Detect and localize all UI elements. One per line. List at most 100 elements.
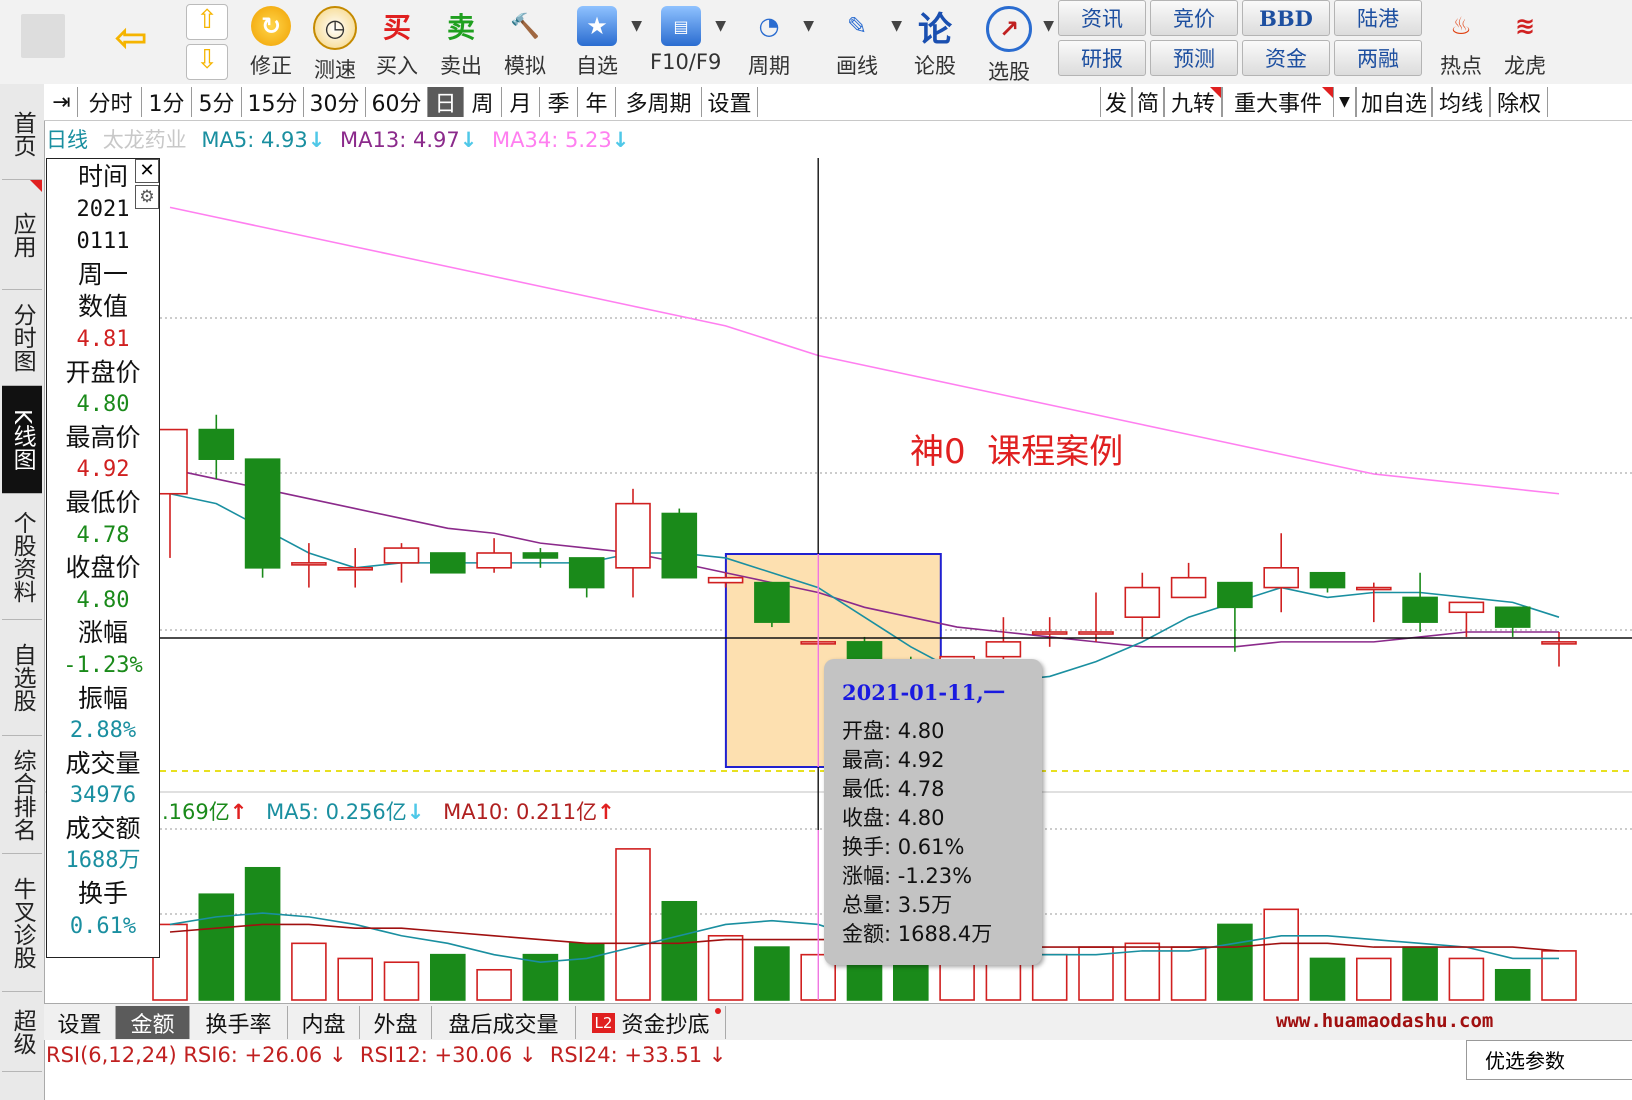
app-logo-button[interactable] [12,4,74,80]
volume-bar [522,953,559,1001]
dropdown-arrow-icon[interactable]: ▼ [1043,18,1054,34]
data-panel-value: 0111 [76,229,130,255]
candle-down [244,458,281,569]
toolbar-button-sell[interactable]: 卖卖出 [430,4,492,80]
period-tab-9[interactable]: 季 [540,87,578,117]
chart-option-1[interactable]: 简 [1132,87,1164,117]
period-tab-1[interactable]: 1分 [142,87,192,117]
period-tab-12[interactable]: 设置 [702,87,758,117]
data-panel-value: 0.61% [69,913,137,939]
candle-up [1124,586,1161,618]
chart-option-0[interactable]: 发 [1100,87,1132,117]
volume-ma5-arrow-icon: ↓ [406,800,425,824]
dropdown-arrow-icon[interactable]: ▼ [631,18,642,34]
toolbar-button-f10[interactable]: ▤ ▼ F10/F9 [650,4,726,80]
toolbar-button-refresh[interactable]: ↻ 修正 [240,4,302,80]
chart-option-3[interactable]: 重大事件 [1222,87,1334,117]
indicator-tab-6[interactable]: L2 资金抄底 [576,1006,726,1039]
nav-item-8[interactable]: 超级 [2,992,42,1072]
collapse-panel-icon[interactable]: ⇥ [46,87,78,117]
indicator-tab-2[interactable]: 换手率 [190,1006,288,1039]
volume-bar [291,942,327,1001]
chart-option-4[interactable]: 加自选 [1356,87,1432,117]
toolbar-button-clock[interactable]: ◷ 测速 [304,4,366,82]
candle-up [1078,631,1114,635]
period-tab-5[interactable]: 60分 [366,87,428,117]
period-tab-4[interactable]: 30分 [304,87,366,117]
indicator-tab-0[interactable]: 设置 [44,1006,116,1039]
candlestick-chart[interactable] [0,0,1632,1100]
volume-bar [1078,946,1114,1001]
data-panel-label: 涨幅 [77,618,128,648]
toolbar-button-buy[interactable]: 买买入 [366,4,428,80]
toolbar-button-label: 热点 [1440,54,1482,78]
events-dropdown-icon[interactable]: ▼ [1334,87,1356,117]
toolbar-button-star-folder[interactable]: ★ ▼ 自选 [566,4,642,80]
data-panel-label: 周一 [77,259,128,289]
nav-item-5[interactable]: 自选股 [2,620,42,736]
candle-down [754,581,790,623]
indicator-tab-1[interactable]: 金额 [116,1006,190,1039]
dropdown-arrow-icon[interactable]: ▼ [891,18,902,34]
chart-option-5[interactable]: 均线 [1432,87,1490,117]
nav-item-3[interactable]: K线图 [2,386,42,494]
period-tab-6[interactable]: 日 [428,87,464,117]
main-toolbar: ⇦ ⇧ ⇩ ↻ 修正 ◷ 测速买买入卖卖出 🔨 模拟 ★ ▼ 自选 ▤ ▼ F10/F9 ◔ ▼ 周期 ✎ ▼ 画… [0,0,1632,85]
dropdown-arrow-icon[interactable]: ▼ [803,18,814,34]
info-button-margin[interactable]: 两融 [1334,40,1422,76]
toolbar-button-gavel[interactable]: 🔨 模拟 [494,4,556,80]
nav-item-6[interactable]: 综合排名 [2,736,42,854]
page-up-button[interactable]: ⇧ ⇩ [178,4,236,80]
volume-bar [754,946,790,1001]
tooltip-line: 最高: 4.92 [842,748,945,772]
f10-icon: ▤ [661,6,701,46]
info-button-capital[interactable]: 资金 [1242,40,1330,76]
period-tab-7[interactable]: 周 [464,87,502,117]
candle-up [1448,601,1485,614]
ma5-line [169,492,1560,683]
indicator-tab-4[interactable]: 外盘 [360,1006,432,1039]
volume-bar [1494,968,1531,1001]
period-tab-8[interactable]: 月 [502,87,540,117]
close-icon[interactable]: ✕ [135,159,159,183]
period-tab-0[interactable]: 分时 [80,87,142,117]
hot-icon: ♨ [1450,12,1472,40]
dropdown-arrow-icon[interactable]: ▼ [715,18,726,34]
indicator-tab-3[interactable]: 内盘 [288,1006,360,1039]
info-button-bbd[interactable]: BBD [1242,0,1330,36]
period-tab-2[interactable]: 5分 [192,87,242,117]
nav-item-7[interactable]: 牛叉诊股 [2,854,42,992]
toolbar-button-dragon[interactable]: ≋ 龙虎 [1494,4,1556,80]
nav-item-0[interactable]: 首页 [2,88,42,180]
tooltip-line: 开盘: 4.80 [842,719,945,743]
toolbar-button-discuss[interactable]: 论论股 [904,4,966,80]
info-button-hk-connect[interactable]: 陆港 [1334,0,1422,36]
dragon-icon: ≋ [1514,12,1536,40]
ma13-arrow-icon: ↓ [459,128,478,152]
nav-item-4[interactable]: 个股资料 [2,494,42,620]
down-arrow-icon: ⇩ [186,44,228,80]
volume-bar [707,934,744,1001]
tooltip-line: 最低: 4.78 [842,777,945,801]
toolbar-button-hot[interactable]: ♨ 热点 [1430,4,1492,80]
toolbar-button-stock-picker[interactable]: ↗ ▼ 选股 [978,4,1054,84]
candle-up [985,641,1022,658]
period-tab-3[interactable]: 15分 [242,87,304,117]
info-button-forecast[interactable]: 预测 [1150,40,1238,76]
chart-option-6[interactable]: 除权 [1490,87,1548,117]
toolbar-button-pen[interactable]: ✎ ▼ 画线 [826,4,902,80]
gear-icon[interactable]: ⚙ [135,185,159,209]
candle-up [337,567,374,571]
period-tab-11[interactable]: 多周期 [616,87,702,117]
toolbar-button-period-clock[interactable]: ◔ ▼ 周期 [738,4,814,80]
data-panel-value: 4.78 [76,522,130,548]
nav-item-1[interactable]: 应用 [2,180,42,290]
info-button-auction[interactable]: 竞价 [1150,0,1238,36]
period-tab-10[interactable]: 年 [578,87,616,117]
info-button-research[interactable]: 研报 [1058,40,1146,76]
nav-item-2[interactable]: 分时图 [2,290,42,386]
param-button[interactable]: 优选参数 [1466,1040,1632,1080]
back-button[interactable]: ⇦ [100,4,162,80]
info-button-news[interactable]: 资讯 [1058,0,1146,36]
indicator-tab-5[interactable]: 盘后成交量 [432,1006,576,1039]
